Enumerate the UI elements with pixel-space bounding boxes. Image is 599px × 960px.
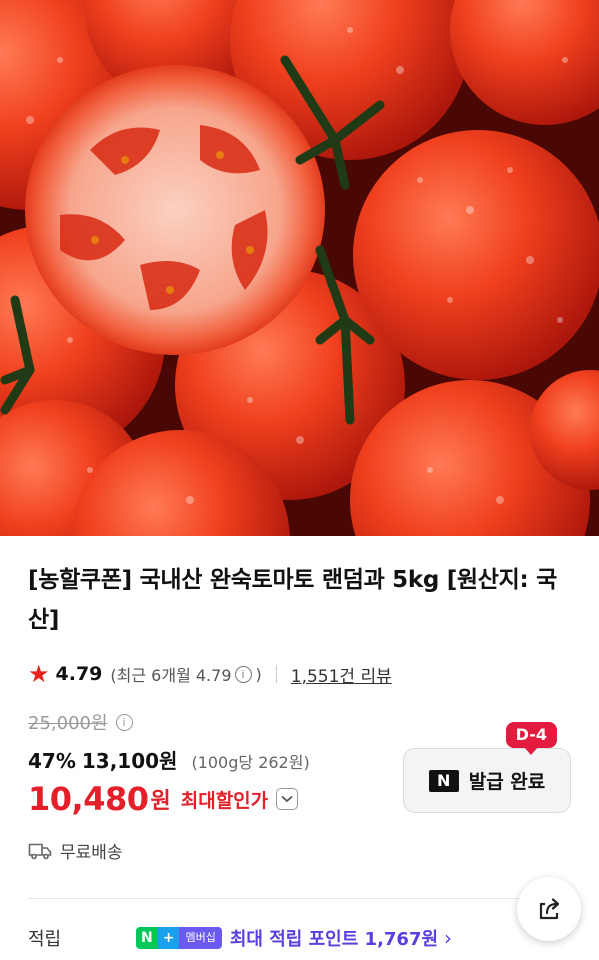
dday-badge: D-4	[505, 722, 557, 755]
recent-rating-close: )	[255, 664, 262, 684]
discount-percent: 47%	[28, 749, 76, 773]
rating-row: ★ 4.79 (최근 6개월 4.79 i ) 1,551건 리뷰	[28, 656, 392, 692]
share-icon	[539, 898, 560, 920]
truck-icon	[28, 843, 52, 859]
section-divider	[28, 898, 571, 899]
coupon-area: N 발급 완료 D-4	[403, 722, 571, 814]
recent-rating: (최근 6개월 4.79	[110, 666, 232, 685]
product-title: [농할쿠폰] 국내산 완숙토마토 랜덤과 5kg [원산지: 국산]	[28, 567, 557, 633]
max-points-text: 최대 적립 포인트 1,767원	[229, 929, 439, 950]
discount-price: 13,100원	[81, 749, 178, 773]
plus-icon: +	[157, 927, 180, 949]
unit-price: (100g당 262원)	[191, 753, 310, 772]
review-count-link[interactable]: 1,551건 리뷰	[291, 662, 392, 687]
final-price-currency: 원	[150, 789, 171, 814]
naver-n-icon: N	[428, 769, 459, 792]
naver-n-icon: N	[136, 927, 158, 949]
rating-score: 4.79	[55, 663, 103, 685]
max-discount-label: 최대할인가	[180, 789, 269, 812]
original-price: 25,000원	[28, 713, 108, 734]
product-image[interactable]	[0, 0, 599, 536]
naver-plus-membership-badge: N + 멤버십	[136, 927, 222, 949]
discount-row: 47% 13,100원 (100g당 262원)	[28, 745, 310, 774]
final-price-row: 10,480 원 최대할인가	[28, 780, 299, 818]
points-label: 적립	[28, 929, 62, 950]
original-price-row: 25,000원 i	[28, 709, 137, 735]
chevron-right-icon: ›	[444, 926, 453, 950]
coupon-label: 발급 완료	[468, 771, 546, 793]
price-info-icon[interactable]: i	[115, 713, 133, 731]
coupon-issued-button[interactable]: N 발급 완료	[403, 748, 571, 813]
final-price: 10,480	[28, 780, 149, 818]
star-icon: ★	[28, 660, 50, 688]
info-icon[interactable]: i	[234, 665, 252, 683]
shipping-row: 무료배송	[28, 838, 123, 863]
membership-label: 멤버십	[179, 927, 222, 949]
points-row[interactable]: 적립 N + 멤버십 최대 적립 포인트 1,767원 ›	[28, 925, 588, 951]
share-button[interactable]	[517, 877, 581, 941]
tomato-photo	[0, 0, 599, 536]
free-shipping-label: 무료배송	[60, 843, 123, 863]
divider	[275, 665, 277, 683]
chevron-down-icon[interactable]	[276, 788, 299, 810]
